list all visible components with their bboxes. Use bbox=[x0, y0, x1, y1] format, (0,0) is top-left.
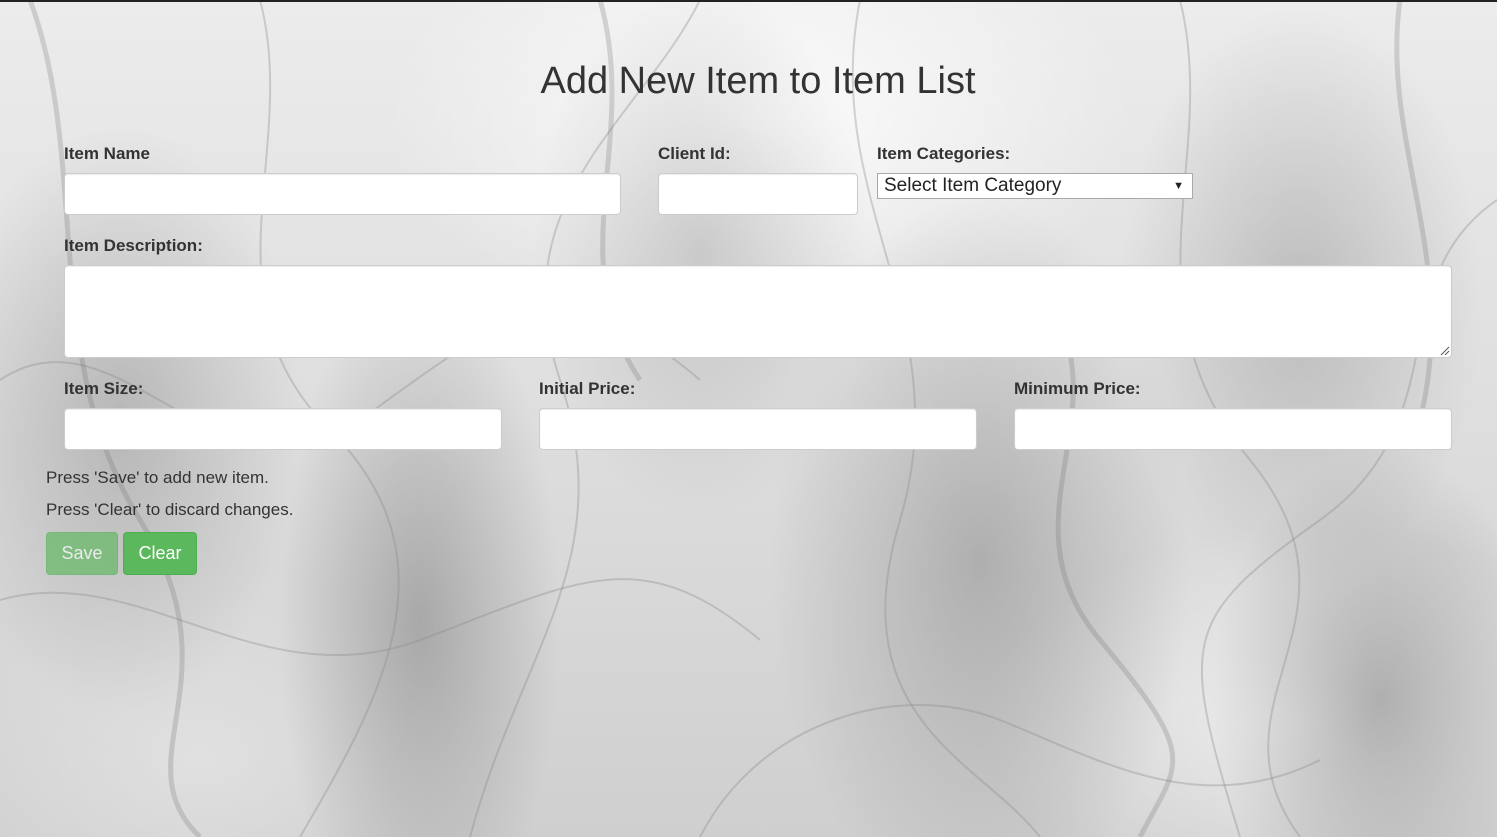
add-item-form: Add New Item to Item List Item Name Clie… bbox=[0, 0, 1497, 837]
minimum-price-label: Minimum Price: bbox=[1014, 379, 1141, 398]
item-description-label: Item Description: bbox=[64, 236, 203, 255]
dropdown-arrow-icon: ▼ bbox=[1173, 180, 1184, 192]
save-help-text: Press 'Save' to add new item. bbox=[46, 468, 269, 487]
client-id-input[interactable] bbox=[658, 173, 858, 215]
resize-grip-icon[interactable] bbox=[1440, 346, 1450, 356]
save-button[interactable]: Save bbox=[46, 532, 118, 575]
item-category-selected: Select Item Category bbox=[884, 175, 1062, 196]
item-name-input[interactable] bbox=[64, 173, 621, 215]
minimum-price-input[interactable] bbox=[1014, 408, 1452, 450]
page-title: Add New Item to Item List bbox=[540, 60, 976, 102]
item-category-select[interactable]: Select Item Category ▼ bbox=[877, 173, 1193, 199]
item-size-input[interactable] bbox=[64, 408, 502, 450]
clear-button[interactable]: Clear bbox=[123, 532, 197, 575]
initial-price-label: Initial Price: bbox=[539, 379, 636, 398]
item-description-textarea[interactable] bbox=[64, 265, 1452, 358]
client-id-label: Client Id: bbox=[658, 144, 731, 163]
item-categories-label: Item Categories: bbox=[877, 144, 1011, 163]
clear-help-text: Press 'Clear' to discard changes. bbox=[46, 500, 294, 519]
initial-price-input[interactable] bbox=[539, 408, 977, 450]
item-name-label: Item Name bbox=[64, 144, 150, 163]
item-description-wrapper bbox=[64, 265, 1452, 358]
item-size-label: Item Size: bbox=[64, 379, 144, 398]
